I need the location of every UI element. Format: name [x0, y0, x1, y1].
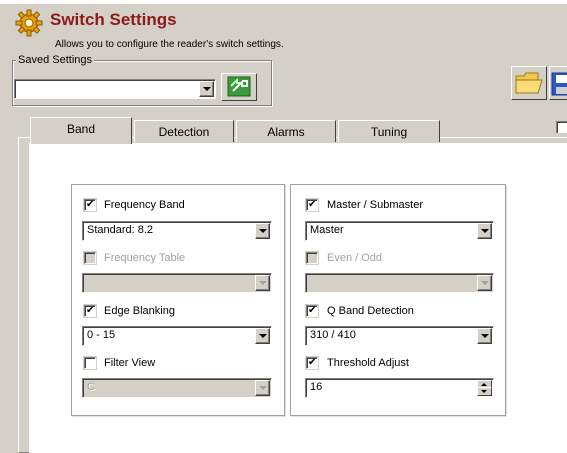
gear-icon — [14, 8, 44, 38]
tab-detection[interactable]: Detection — [134, 120, 234, 142]
chevron-down-icon[interactable] — [199, 81, 214, 97]
frequency-band-value: Standard: 8.2 — [87, 224, 154, 236]
edge-blanking-value: 0 - 15 — [87, 329, 116, 341]
saved-settings-legend: Saved Settings — [16, 54, 94, 66]
frequency-band-label: Frequency Band — [104, 199, 185, 211]
page-title: Switch Settings — [50, 10, 177, 29]
chevron-down-icon[interactable] — [255, 223, 270, 239]
edge-blanking-checkbox[interactable]: ✔ — [83, 304, 97, 318]
even-odd-checkbox[interactable] — [305, 251, 319, 265]
chevron-down-icon[interactable] — [255, 380, 270, 396]
filter-view-select[interactable]: C — [82, 378, 272, 398]
threshold-adjust-stepper[interactable]: 16 — [305, 378, 494, 398]
open-folder-button[interactable] — [511, 66, 547, 100]
edge-blanking-select[interactable]: 0 - 15 — [82, 326, 272, 346]
frequency-table-checkbox[interactable] — [83, 251, 97, 265]
master-submaster-checkbox[interactable]: ✔ — [305, 198, 319, 212]
threshold-adjust-checkbox[interactable]: ✔ — [305, 356, 319, 370]
even-odd-label: Even / Odd — [327, 252, 383, 264]
chevron-down-icon[interactable] — [255, 328, 270, 344]
q-band-detection-select[interactable]: 310 / 410 — [305, 326, 494, 346]
master-submaster-label: Master / Submaster — [327, 199, 423, 211]
tab-alarms[interactable]: Alarms — [236, 120, 336, 142]
check-icon: ✔ — [86, 199, 95, 210]
top-strip — [0, 0, 567, 4]
page-subtitle: Allows you to configure the reader's swi… — [55, 39, 284, 50]
filter-view-checkbox[interactable] — [83, 356, 97, 370]
threshold-adjust-label: Threshold Adjust — [327, 357, 409, 369]
threshold-adjust-value: 16 — [310, 381, 323, 393]
tab-band[interactable]: Band — [30, 117, 132, 144]
tab-tuning[interactable]: Tuning — [338, 120, 440, 142]
master-submaster-value: Master — [310, 224, 344, 236]
frequency-band-select[interactable]: Standard: 8.2 — [82, 221, 272, 241]
check-icon: ✔ — [308, 199, 317, 210]
options-checkbox[interactable] — [556, 121, 567, 133]
master-submaster-select[interactable]: Master — [305, 221, 494, 241]
save-button[interactable] — [549, 66, 567, 100]
even-odd-select[interactable] — [305, 273, 494, 293]
frequency-band-checkbox[interactable]: ✔ — [83, 198, 97, 212]
check-icon: ✔ — [308, 357, 317, 368]
chevron-down-icon[interactable] — [255, 275, 270, 291]
edge-blanking-label: Edge Blanking — [104, 305, 175, 317]
check-icon: ✔ — [308, 305, 317, 316]
chevron-down-icon[interactable] — [477, 328, 492, 344]
frequency-table-label: Frequency Table — [104, 252, 186, 264]
q-band-detection-checkbox[interactable]: ✔ — [305, 304, 319, 318]
saved-settings-select[interactable] — [14, 79, 216, 99]
filter-view-label: Filter View — [104, 357, 156, 369]
folder-icon — [515, 72, 543, 94]
frequency-table-select[interactable] — [82, 273, 272, 293]
floppy-disk-icon — [551, 72, 567, 96]
chevron-down-icon[interactable] — [477, 223, 492, 239]
check-icon: ✔ — [86, 305, 95, 316]
filter-view-value: C — [87, 381, 95, 393]
q-band-detection-value: 310 / 410 — [310, 329, 356, 341]
green-arrow-icon — [227, 76, 251, 97]
q-band-detection-label: Q Band Detection — [327, 305, 414, 317]
load-settings-button[interactable] — [221, 73, 257, 101]
chevron-down-icon[interactable] — [477, 275, 492, 291]
spin-down-icon[interactable] — [477, 387, 492, 396]
